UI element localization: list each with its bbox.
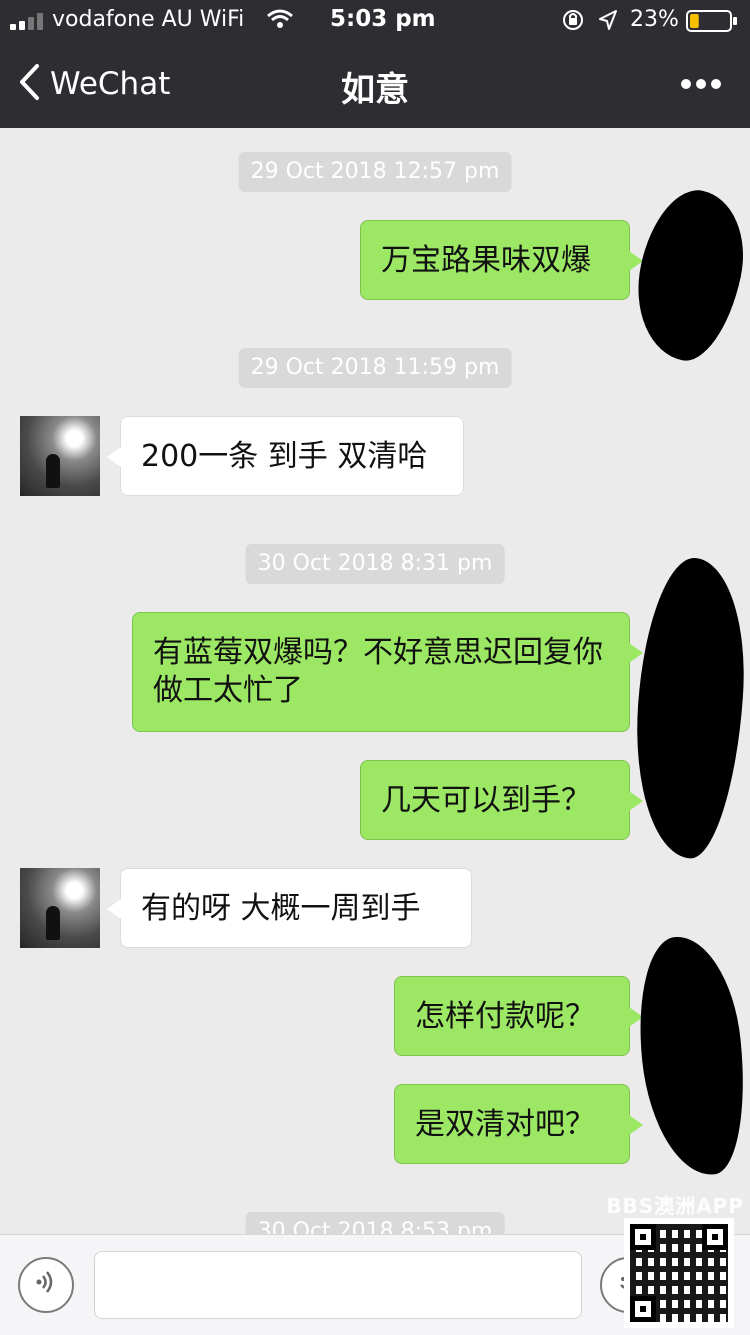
incoming-message[interactable]: 200一条 到手 双清哈 bbox=[107, 416, 464, 496]
redacted-avatar-outgoing bbox=[629, 931, 750, 1181]
message-timestamp: 29 Oct 2018 12:57 pm bbox=[238, 152, 512, 192]
message-timestamp: 30 Oct 2018 8:31 pm bbox=[245, 544, 505, 584]
message-input[interactable] bbox=[94, 1251, 582, 1319]
status-bar: vodafone AU WiFi 5:03 pm 23% bbox=[0, 0, 750, 40]
ellipsis-icon bbox=[672, 79, 732, 108]
carrier-label: vodafone AU WiFi bbox=[52, 7, 245, 32]
battery-icon bbox=[686, 10, 738, 36]
battery-percent: 23% bbox=[630, 7, 679, 32]
nav-bar: WeChat 如意 bbox=[0, 40, 750, 128]
outgoing-message[interactable]: 是双清对吧？ bbox=[394, 1084, 643, 1164]
contact-avatar[interactable] bbox=[20, 868, 100, 948]
incoming-message[interactable]: 有的呀 大概一周到手 bbox=[107, 868, 472, 948]
location-arrow-icon bbox=[598, 9, 618, 35]
voice-icon bbox=[31, 1267, 61, 1303]
contact-avatar[interactable] bbox=[20, 416, 100, 496]
redacted-avatar-outgoing bbox=[627, 554, 750, 862]
message-timestamp: 29 Oct 2018 11:59 pm bbox=[238, 348, 512, 388]
wifi-icon bbox=[266, 8, 294, 34]
outgoing-message[interactable]: 有蓝莓双爆吗？不好意思迟回复你 做工太忙了 bbox=[132, 612, 643, 732]
outgoing-message[interactable]: 万宝路果味双爆 bbox=[360, 220, 643, 300]
watermark-text: BBS澳洲APP bbox=[606, 1194, 744, 1218]
chat-history[interactable]: 29 Oct 2018 12:57 pm 万宝路果味双爆 29 Oct 2018… bbox=[0, 128, 750, 1234]
orientation-lock-icon bbox=[562, 9, 584, 35]
signal-icon bbox=[10, 12, 50, 30]
outgoing-message[interactable]: 怎样付款呢？ bbox=[394, 976, 643, 1056]
redacted-avatar-outgoing bbox=[623, 181, 750, 369]
message-timestamp: 30 Oct 2018 8:53 pm bbox=[245, 1212, 505, 1234]
chat-title: 如意 bbox=[341, 70, 409, 110]
clock-time: 5:03 pm bbox=[330, 6, 436, 32]
voice-input-button[interactable] bbox=[18, 1257, 74, 1313]
more-options-button[interactable] bbox=[672, 64, 732, 104]
outgoing-message[interactable]: 几天可以到手？ bbox=[360, 760, 643, 840]
qr-code-image bbox=[624, 1218, 734, 1328]
